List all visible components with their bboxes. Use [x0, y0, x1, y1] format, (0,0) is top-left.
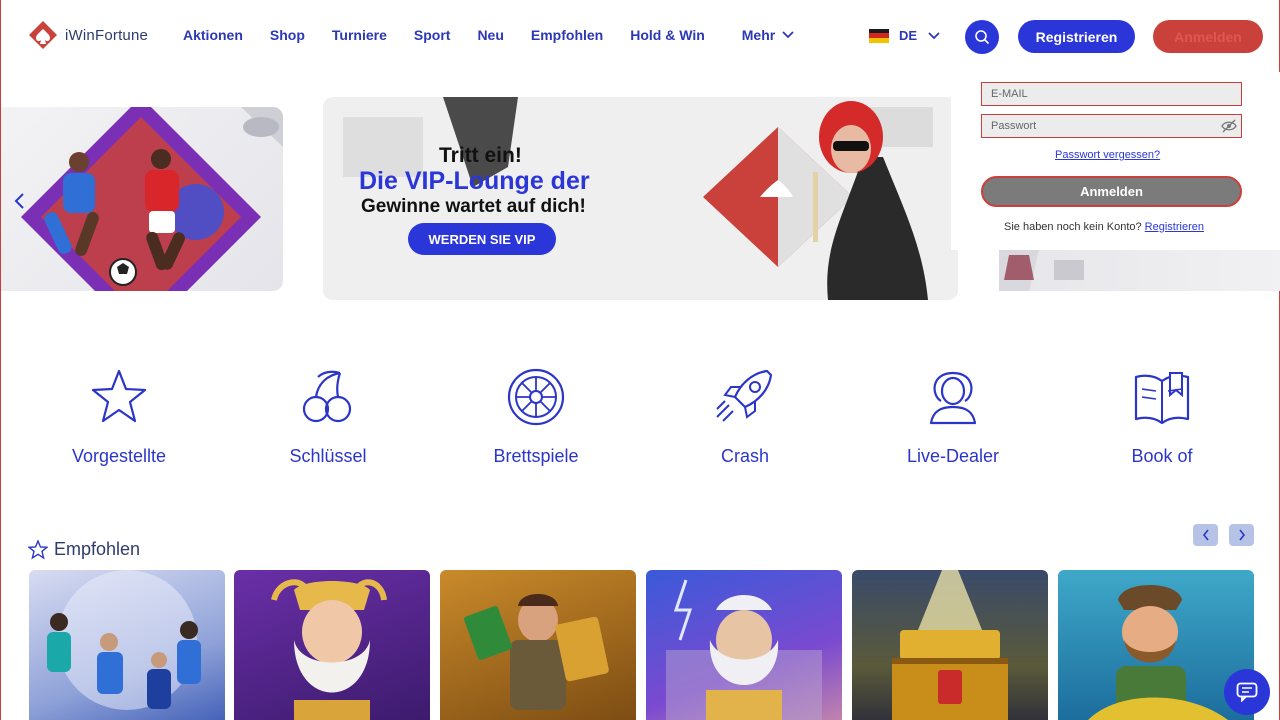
- category-book-of[interactable]: Book of: [1062, 365, 1262, 467]
- category-table-games[interactable]: Brettspiele: [436, 365, 636, 467]
- email-placeholder: E-MAIL: [991, 88, 1028, 100]
- login-button[interactable]: Anmelden: [1153, 20, 1263, 53]
- banner-headline-3: Gewinne wartet auf dich!: [361, 196, 586, 217]
- recommended-heading: Empfohlen: [28, 539, 140, 560]
- nav-item-aktionen[interactable]: Aktionen: [183, 27, 243, 43]
- nav-item-empfohlen[interactable]: Empfohlen: [531, 27, 603, 43]
- forgot-password-link[interactable]: Passwort vergessen?: [1055, 149, 1160, 161]
- nav-more-label: Mehr: [741, 27, 776, 43]
- no-account-text: Sie haben noch kein Konto? Registrieren: [1004, 221, 1204, 233]
- star-outline-icon: [28, 539, 48, 560]
- banner-next-art: [999, 250, 1084, 291]
- chat-icon: [1236, 682, 1258, 702]
- main-nav: Aktionen Shop Turniere Sport Neu Empfohl…: [183, 27, 822, 43]
- chevron-down-icon: [782, 31, 794, 39]
- category-crash[interactable]: Crash: [645, 365, 845, 467]
- site-header: iWinFortune Aktionen Shop Turniere Sport…: [1, 0, 1280, 72]
- zeus-gold-art: [271, 579, 387, 720]
- rocket-icon: [716, 369, 773, 422]
- password-placeholder: Passwort: [991, 120, 1037, 132]
- category-label: Book of: [1131, 446, 1193, 466]
- category-label: Live-Dealer: [906, 446, 1000, 466]
- game-tile-zeus-storm[interactable]: [646, 570, 842, 720]
- search-icon: [975, 30, 990, 45]
- password-field[interactable]: Passwort: [981, 114, 1242, 138]
- register-button[interactable]: Registrieren: [1018, 20, 1135, 53]
- star-icon: [91, 369, 147, 423]
- roulette-icon: [507, 368, 565, 426]
- category-label: Schlüssel: [289, 446, 367, 466]
- email-field[interactable]: E-MAIL: [981, 82, 1242, 106]
- spade-logo-icon: [29, 21, 57, 49]
- germany-flag-icon: [869, 28, 889, 43]
- nav-item-turniere[interactable]: Turniere: [332, 27, 387, 43]
- chevron-down-icon: [928, 31, 940, 39]
- nav-item-sport[interactable]: Sport: [414, 27, 451, 43]
- category-slots[interactable]: Schlüssel: [228, 365, 428, 467]
- game-tile-football[interactable]: [29, 570, 225, 720]
- banner-headline-2: Die VIP-Lounge der: [359, 167, 590, 195]
- nav-more-dropdown[interactable]: Mehr: [742, 27, 795, 43]
- logo-text: iWinFortune: [65, 26, 149, 44]
- nav-item-shop[interactable]: Shop: [270, 27, 305, 43]
- dealer-icon: [929, 371, 977, 425]
- chevron-left-icon: [14, 193, 24, 209]
- language-selector[interactable]: DE: [869, 28, 941, 43]
- banner-headline-1: Tritt ein!: [439, 144, 522, 167]
- recommended-games-row: [29, 570, 1259, 720]
- nav-item-hold-win[interactable]: Hold & Win: [630, 27, 705, 43]
- language-code: DE: [899, 28, 918, 43]
- category-label: Crash: [720, 446, 769, 466]
- book-icon: [1134, 372, 1190, 425]
- category-featured[interactable]: Vorgestellte: [19, 365, 219, 467]
- form-login-button[interactable]: Anmelden: [981, 176, 1242, 207]
- register-link[interactable]: Registrieren: [1145, 221, 1204, 233]
- carousel-next-button[interactable]: [1229, 524, 1254, 546]
- become-vip-button[interactable]: WERDEN SIE VIP: [408, 223, 556, 255]
- banner-sport[interactable]: [1, 107, 283, 291]
- carousel-prev-button[interactable]: [1193, 524, 1218, 546]
- category-live-dealer[interactable]: Live-Dealer: [853, 365, 1053, 467]
- cherries-icon: [302, 370, 352, 423]
- book-explorer-art: [464, 594, 609, 710]
- category-bar: Vorgestellte Schlüssel Brettspiele Crash…: [1, 365, 1280, 467]
- banner-sport-art: [21, 107, 283, 291]
- logo[interactable]: iWinFortune: [27, 20, 148, 50]
- game-tile-book-explorer[interactable]: [440, 570, 636, 720]
- chevron-left-icon: [1202, 529, 1209, 541]
- nav-item-neu[interactable]: Neu: [477, 27, 503, 43]
- category-label: Vorgestellte: [71, 446, 167, 466]
- eye-off-icon[interactable]: [1221, 119, 1237, 133]
- live-chat-button[interactable]: [1224, 669, 1270, 715]
- game-tile-zeus-gold[interactable]: [234, 570, 430, 720]
- search-button[interactable]: [965, 20, 999, 54]
- chevron-right-icon: [1238, 529, 1245, 541]
- treasure-chest-art: [892, 570, 1008, 720]
- game-tile-treasure-chest[interactable]: [852, 570, 1048, 720]
- banner-next-partial[interactable]: [999, 250, 1280, 291]
- no-account-label: Sie haben noch kein Konto?: [1004, 221, 1142, 233]
- zeus-storm-art: [666, 579, 822, 720]
- category-label: Brettspiele: [493, 446, 579, 466]
- football-players-art: [47, 570, 201, 710]
- recommended-title: Empfohlen: [54, 539, 141, 559]
- banner-prev-arrow[interactable]: [13, 190, 25, 216]
